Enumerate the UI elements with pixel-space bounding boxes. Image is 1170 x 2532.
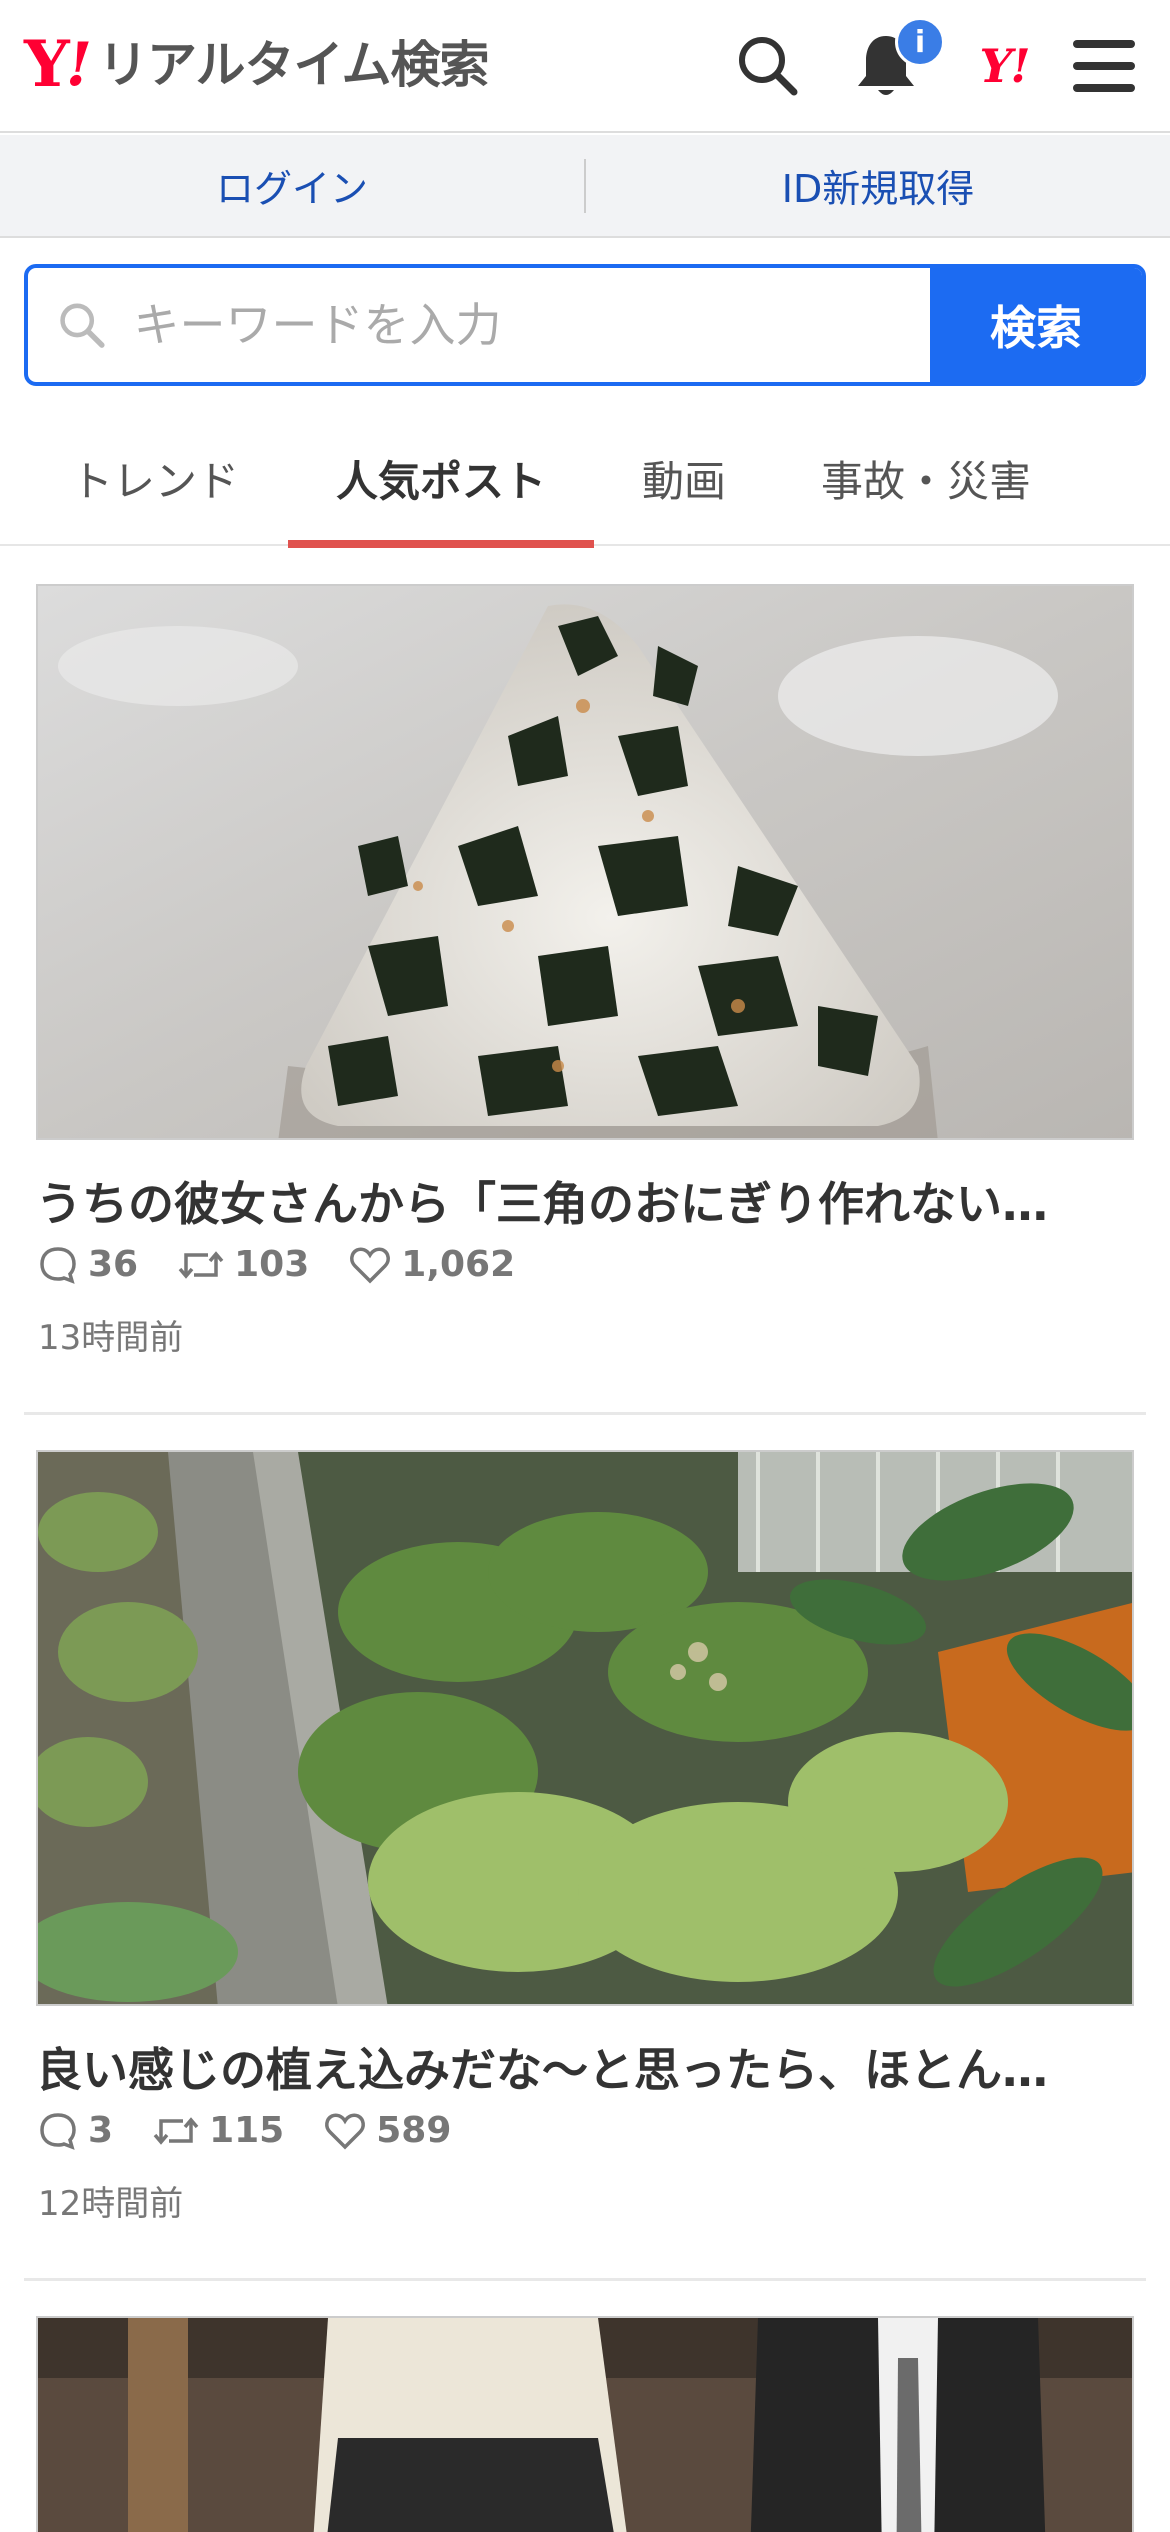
search-icon[interactable] [730,28,806,104]
like-count-value: 589 [376,2110,452,2151]
post-card[interactable] [24,2316,1146,2532]
reply-count-value: 36 [88,1244,139,1285]
signup-link[interactable]: ID新規取得 [586,158,1170,213]
post-image-garden[interactable] [36,1450,1134,2006]
tab-label: 事故・災害 [820,456,1031,506]
search-field [28,268,930,382]
repost-count[interactable]: 115 [153,2110,284,2151]
active-tab-indicator [288,540,594,548]
notification-badge: i [895,17,945,67]
tab-label: 動画 [641,456,726,506]
yahoo-realtime-logo[interactable]: Y ! リアルタイム検索 [24,27,490,102]
post-divider [24,2278,1146,2281]
search-input[interactable] [133,298,930,352]
logo-y: Y [24,27,70,102]
post-divider [24,1412,1146,1415]
post-stats: 36 103 1,062 [38,1244,555,1285]
menu-icon[interactable] [1066,28,1142,104]
post-image-onigiri[interactable] [36,584,1134,1140]
like-count-value: 1,062 [401,1244,516,1285]
reply-count-value: 3 [88,2110,114,2151]
post-card[interactable]: うちの彼女さんから「三角のおにぎり作れない… 36 103 1,062 13時間… [24,584,1146,1415]
logo-exclamation: ! [65,30,93,100]
like-count[interactable]: 589 [324,2110,451,2151]
post-card[interactable]: 良い感じの植え込みだな〜と思ったら、ほとん… 3 115 589 12時間前 [24,1450,1146,2281]
tab-popular-posts[interactable]: 人気ポスト [288,410,594,548]
post-stats: 3 115 589 [38,2110,491,2151]
tab-video[interactable]: 動画 [604,410,764,546]
login-link[interactable]: ログイン [0,158,584,213]
post-image-people[interactable] [36,2316,1134,2532]
repost-count-value: 103 [234,1244,310,1285]
repost-count-value: 115 [209,2110,285,2151]
yahoo-japan-mark: Y! [979,39,1030,93]
repost-icon [153,2116,199,2145]
post-time: 12時間前 [38,2184,184,2224]
logo-title: リアルタイム検索 [98,36,489,94]
search-button[interactable]: 検索 [930,268,1142,382]
tab-accidents-disasters[interactable]: 事故・災害 [790,410,1062,546]
yahoo-japan-icon[interactable]: Y! [966,28,1042,104]
post-title[interactable]: 良い感じの植え込みだな〜と思ったら、ほとん… [36,2034,1136,2100]
reply-count[interactable]: 36 [38,1244,138,1285]
reply-icon [40,1246,76,1284]
post-time: 13時間前 [38,1318,184,1358]
heart-icon [350,1246,391,1283]
repost-count[interactable]: 103 [178,1244,309,1285]
reply-icon [40,2112,76,2150]
reply-count[interactable]: 3 [38,2110,113,2151]
like-count[interactable]: 1,062 [349,1244,515,1285]
account-bar: ログイン ID新規取得 [0,135,1170,238]
search-field-icon [60,303,105,348]
heart-icon [325,2112,366,2149]
repost-icon [178,1250,224,1279]
app-header: Y ! リアルタイム検索 i Y! [0,0,1170,133]
category-tabs: トレンド 人気ポスト 動画 事故・災害 [0,410,1170,548]
tab-label: トレンド [70,456,239,506]
post-title[interactable]: うちの彼女さんから「三角のおにぎり作れない… [36,1168,1136,1234]
search-bar: 検索 [24,264,1146,386]
tab-label: 人気ポスト [335,456,546,506]
tab-trend[interactable]: トレンド [30,410,280,546]
